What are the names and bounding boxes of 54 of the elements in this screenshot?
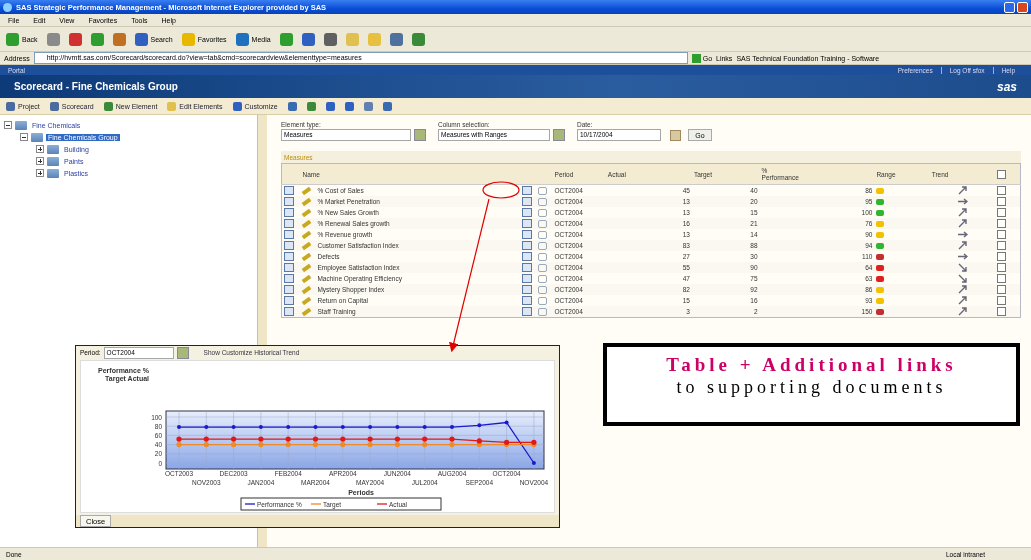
document-icon[interactable] bbox=[521, 219, 532, 228]
row-checkbox[interactable] bbox=[997, 274, 1007, 283]
folder-icon bbox=[47, 144, 59, 154]
document-icon[interactable] bbox=[521, 252, 532, 261]
document-icon[interactable] bbox=[521, 230, 532, 239]
row-checkbox[interactable] bbox=[997, 230, 1007, 239]
expander-icon[interactable] bbox=[36, 157, 44, 165]
close-button[interactable] bbox=[1017, 1, 1028, 13]
highlight-circle bbox=[482, 181, 520, 199]
toolbar-icon[interactable] bbox=[389, 32, 403, 46]
row-checkbox[interactable] bbox=[997, 241, 1007, 250]
expander-icon[interactable] bbox=[4, 121, 12, 129]
browser-icon bbox=[3, 2, 12, 12]
document-icon[interactable] bbox=[521, 307, 532, 316]
toolbar-icon[interactable] bbox=[301, 32, 315, 46]
expander-icon[interactable] bbox=[36, 145, 44, 153]
toolbar-icon[interactable] bbox=[46, 32, 60, 46]
select-all-checkbox[interactable] bbox=[997, 169, 1007, 179]
toolbar-icon[interactable] bbox=[68, 32, 82, 46]
document-icon[interactable] bbox=[521, 296, 532, 305]
calendar-icon[interactable] bbox=[670, 129, 681, 141]
toolbar-icon[interactable] bbox=[279, 32, 293, 46]
folder-icon bbox=[31, 132, 43, 142]
toolbar-icon[interactable] bbox=[411, 32, 425, 46]
row-checkbox[interactable] bbox=[997, 219, 1007, 228]
expander-icon[interactable] bbox=[20, 133, 28, 141]
toolbar-icon[interactable] bbox=[323, 32, 337, 46]
row-checkbox[interactable] bbox=[997, 186, 1007, 195]
folder-icon bbox=[47, 156, 59, 166]
row-checkbox[interactable] bbox=[997, 252, 1007, 261]
dropdown-icon[interactable] bbox=[176, 346, 189, 359]
expander-icon[interactable] bbox=[36, 169, 44, 177]
document-icon[interactable] bbox=[521, 186, 532, 195]
document-icon[interactable] bbox=[521, 285, 532, 294]
annotation-text: to supporting documents bbox=[676, 376, 947, 398]
annotation-title: Table + Additional links bbox=[666, 353, 957, 376]
document-icon[interactable] bbox=[521, 197, 532, 206]
row-checkbox[interactable] bbox=[997, 307, 1007, 316]
row-checkbox[interactable] bbox=[997, 263, 1007, 272]
toolbar-icon[interactable] bbox=[112, 32, 126, 46]
minimize-button[interactable] bbox=[1004, 1, 1015, 13]
page-title: Scorecard - Fine Chemicals Group bbox=[14, 81, 178, 92]
folder-icon bbox=[47, 168, 59, 178]
logo: sas bbox=[996, 79, 1017, 94]
toolbar-icon[interactable] bbox=[90, 32, 104, 46]
document-icon[interactable] bbox=[521, 274, 532, 283]
document-icon[interactable] bbox=[521, 263, 532, 272]
row-checkbox[interactable] bbox=[997, 208, 1007, 217]
row-checkbox[interactable] bbox=[997, 296, 1007, 305]
folder-icon bbox=[15, 120, 27, 130]
row-checkbox[interactable] bbox=[997, 197, 1007, 206]
document-icon[interactable] bbox=[521, 208, 532, 217]
row-checkbox[interactable] bbox=[997, 285, 1007, 294]
document-icon[interactable] bbox=[521, 241, 532, 250]
